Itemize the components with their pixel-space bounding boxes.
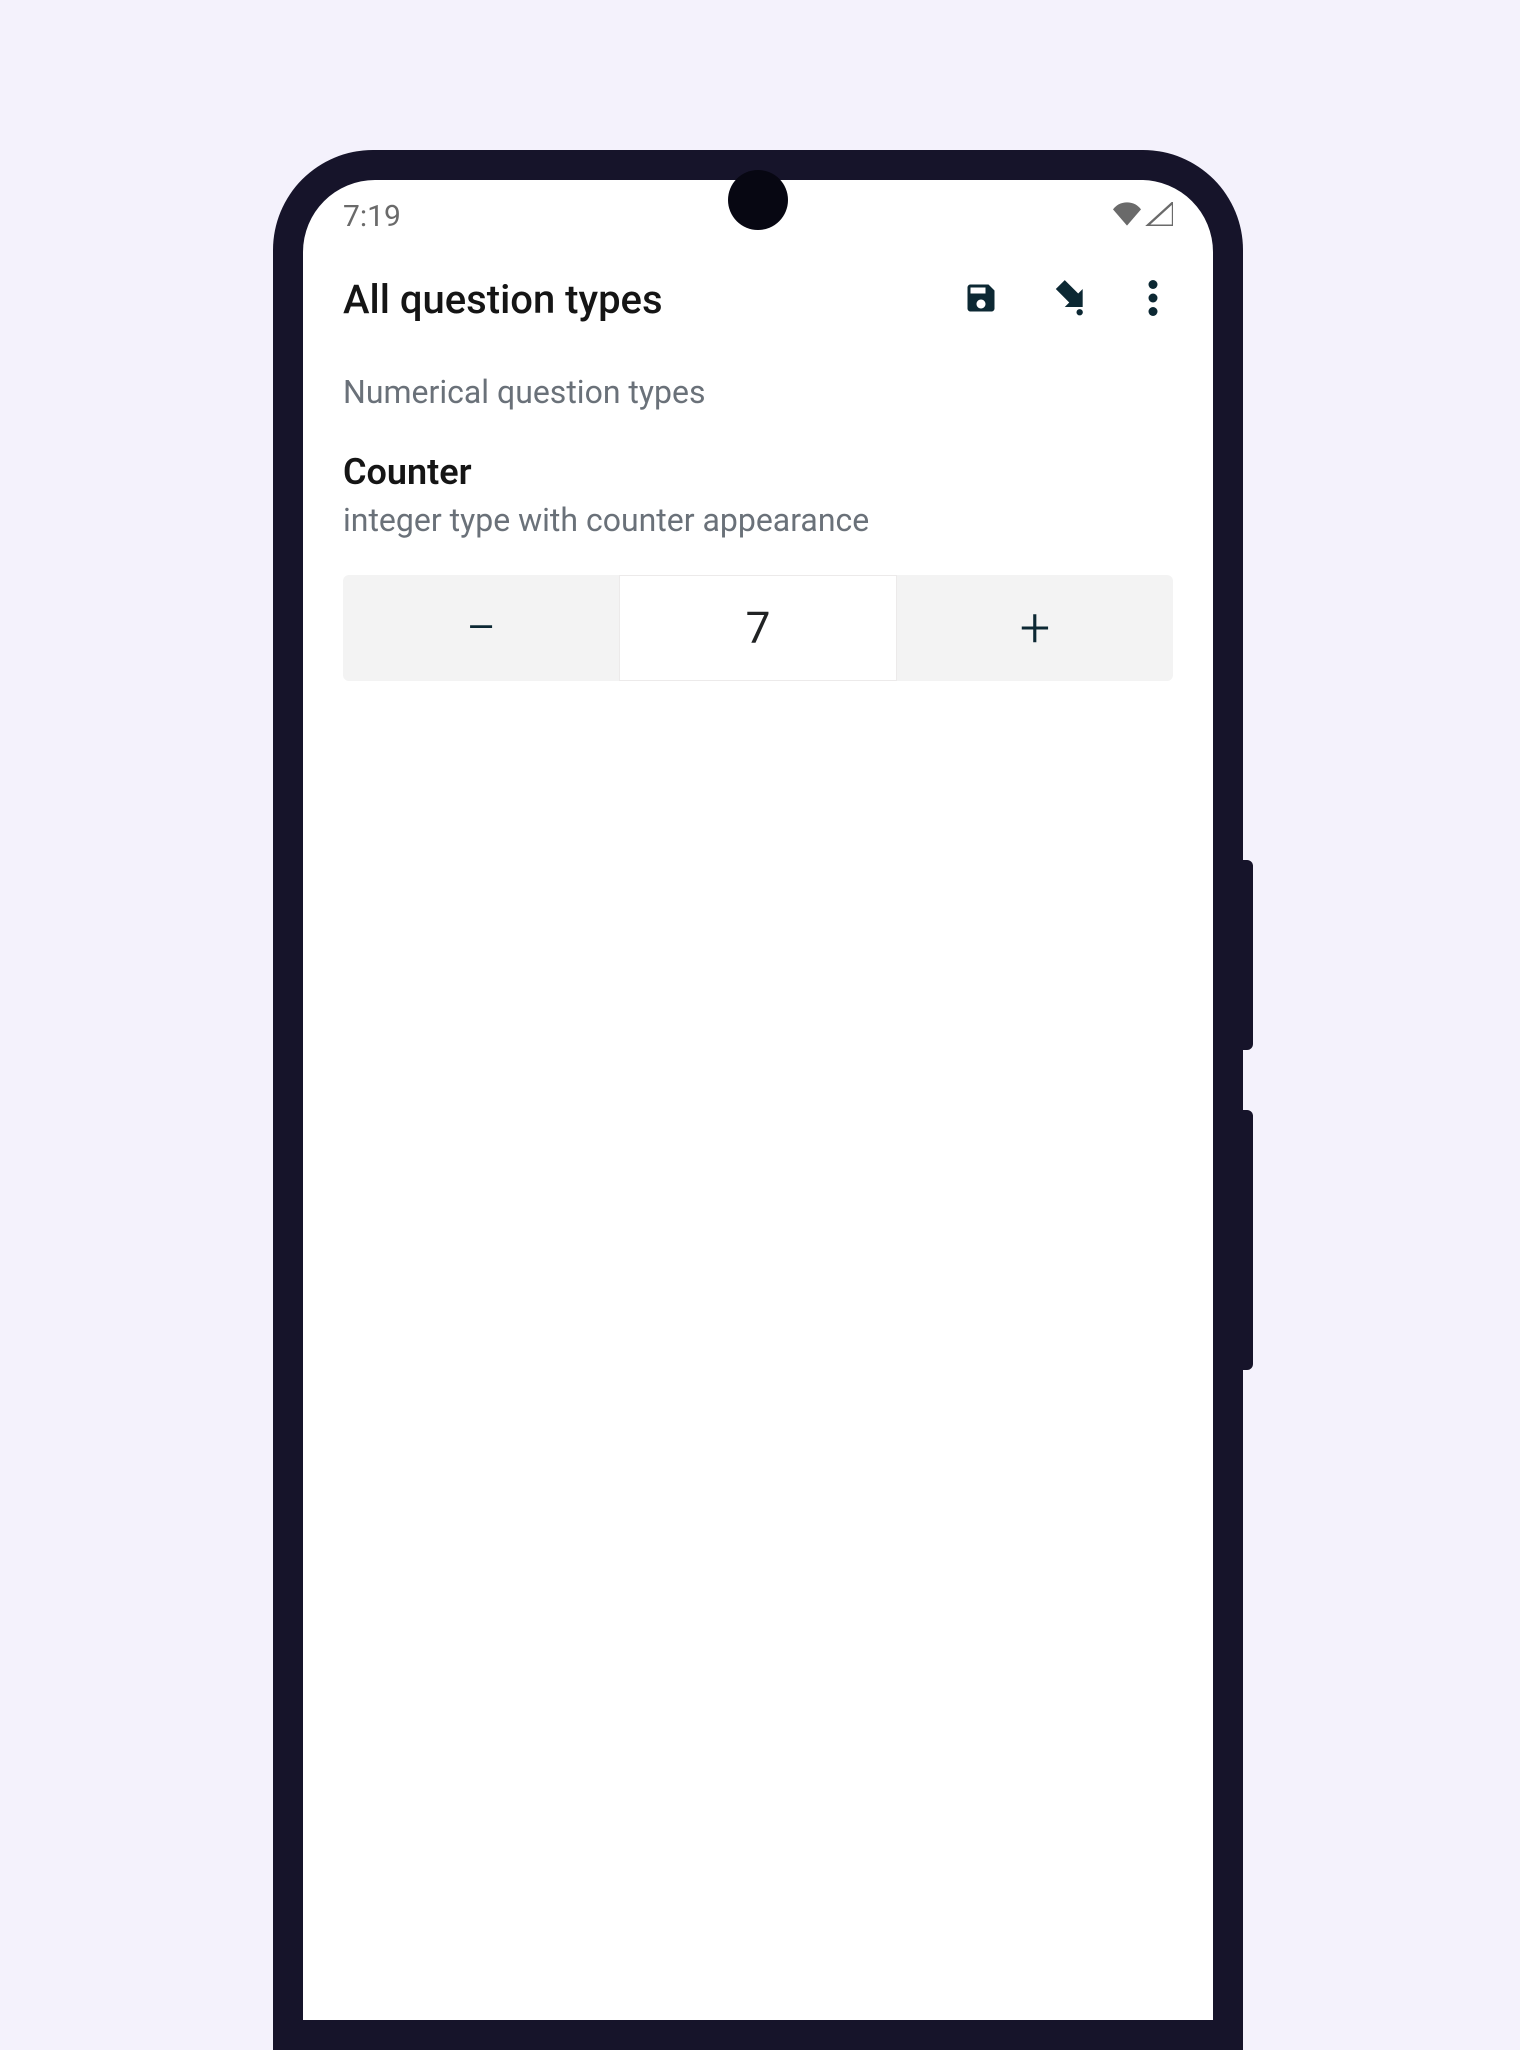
wifi-icon: [1113, 202, 1141, 230]
question-title: Counter: [343, 451, 1173, 493]
phone-frame: 7:19 All question types: [273, 150, 1243, 2050]
status-time: 7:19: [343, 199, 401, 234]
counter-widget: − 7 +: [343, 575, 1173, 681]
phone-side-button-2: [1243, 1110, 1253, 1370]
arrow-down-right-icon: [1048, 279, 1086, 321]
page-title: All question types: [343, 276, 663, 323]
section-label: Numerical question types: [343, 373, 1173, 411]
more-options-button[interactable]: [1133, 280, 1173, 320]
content-area: Numerical question types Counter integer…: [303, 343, 1213, 711]
jump-button[interactable]: [1047, 280, 1087, 320]
counter-decrement-button[interactable]: −: [343, 575, 619, 681]
question-subtitle: integer type with counter appearance: [343, 501, 1173, 539]
more-vert-icon: [1148, 280, 1158, 320]
signal-icon: [1145, 202, 1173, 230]
save-button[interactable]: [961, 280, 1001, 320]
header-actions: [961, 280, 1173, 320]
counter-value[interactable]: 7: [619, 575, 897, 681]
save-icon: [963, 280, 999, 320]
phone-screen: 7:19 All question types: [303, 180, 1213, 2020]
header-bar: All question types: [303, 236, 1213, 343]
counter-increment-button[interactable]: +: [897, 575, 1173, 681]
phone-side-button-1: [1243, 860, 1253, 1050]
status-icons: [1113, 202, 1173, 230]
phone-notch: [728, 170, 788, 230]
